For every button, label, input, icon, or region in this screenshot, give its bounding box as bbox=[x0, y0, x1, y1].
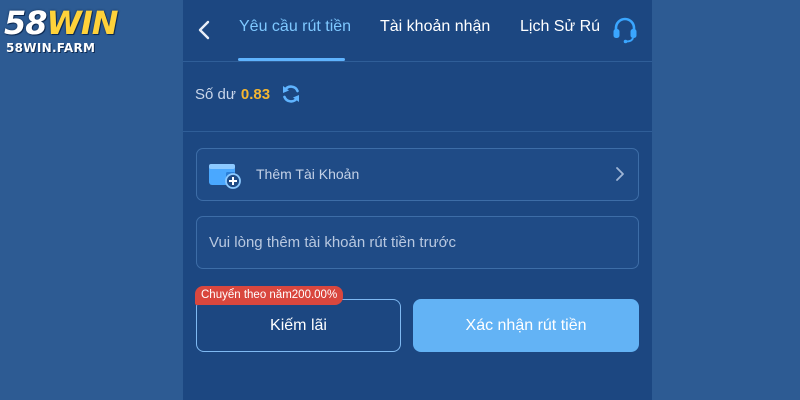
refresh-icon[interactable] bbox=[280, 83, 302, 105]
add-account-label: Thêm Tài Khoản bbox=[256, 166, 360, 182]
tab-history[interactable]: Lịch Sử Rú bbox=[520, 18, 600, 40]
logo-wordmark: 58WIN bbox=[4, 4, 119, 42]
tab-withdraw-request[interactable]: Yêu cầu rút tiền bbox=[239, 18, 351, 40]
section-divider bbox=[183, 131, 652, 132]
back-button[interactable] bbox=[193, 16, 217, 44]
active-tab-indicator bbox=[238, 58, 345, 61]
withdraw-panel: Yêu cầu rút tiền Tài khoản nhận Lịch Sử … bbox=[183, 0, 652, 400]
logo-number: 58 bbox=[4, 4, 48, 42]
hint-text: Vui lòng thêm tài khoản rút tiền trước bbox=[209, 234, 456, 251]
promo-badge: Chuyển theo năm200.00% bbox=[195, 286, 344, 305]
logo-win: WIN bbox=[46, 4, 119, 42]
logo-domain: 58WIN.FARM bbox=[6, 41, 96, 55]
support-button[interactable] bbox=[610, 14, 640, 44]
wallet-add-icon bbox=[209, 164, 241, 189]
headset-icon bbox=[613, 17, 637, 44]
balance-row: Số dư 0.83 bbox=[195, 82, 302, 106]
earn-interest-button[interactable]: Kiếm lãi bbox=[196, 299, 401, 352]
balance-label: Số dư bbox=[195, 85, 236, 103]
confirm-withdraw-button[interactable]: Xác nhận rút tiền bbox=[413, 299, 639, 352]
top-nav: Yêu cầu rút tiền Tài khoản nhận Lịch Sử … bbox=[183, 0, 652, 62]
tab-receiving-account[interactable]: Tài khoản nhận bbox=[380, 18, 490, 40]
add-account-button[interactable]: Thêm Tài Khoản bbox=[196, 148, 639, 201]
withdraw-account-hint: Vui lòng thêm tài khoản rút tiền trước bbox=[196, 216, 639, 269]
chevron-right-icon bbox=[616, 167, 624, 181]
brand-logo: 58WIN 58WIN.FARM bbox=[4, 4, 124, 60]
balance-value: 0.83 bbox=[240, 85, 271, 103]
chevron-left-icon bbox=[198, 20, 210, 40]
